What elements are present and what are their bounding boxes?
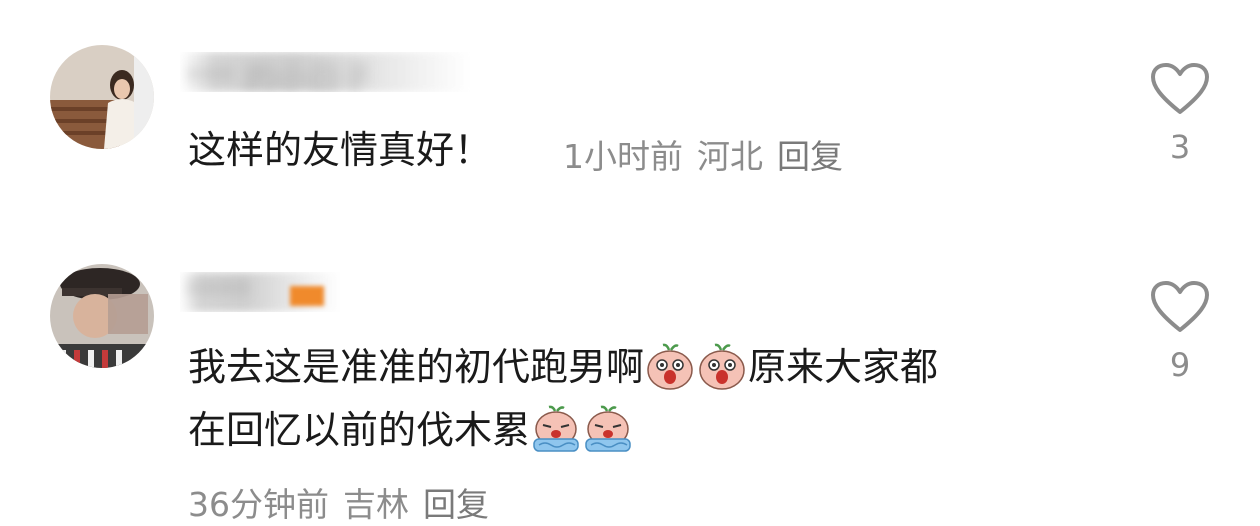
comment-text-part-2: 原来大家都: [748, 345, 939, 389]
comment-text-line-2: 在回忆以前的伐木累: [188, 400, 634, 460]
heart-outline-icon: [1151, 281, 1209, 332]
crying-emoji-icon: [533, 405, 579, 452]
comment-meta: 36分钟前 吉林 回复: [188, 478, 503, 526]
crying-emoji-icon: [585, 405, 631, 452]
username[interactable]: ****: [180, 272, 340, 312]
avatar[interactable]: [50, 264, 154, 368]
shocked-emoji-icon: [647, 343, 693, 390]
user-badge: [290, 286, 324, 306]
comment-location: 吉林: [343, 485, 409, 524]
shocked-emoji-icon: [699, 343, 745, 390]
comment-text-part-1: 我去这是准准的初代跑男啊: [188, 345, 645, 389]
comment-text-line-1: 我去这是准准的初代跑男啊 原来大家都: [188, 337, 938, 397]
like-button[interactable]: 9: [1145, 280, 1215, 384]
comment-text-part-3: 在回忆以前的伐木累: [188, 408, 531, 452]
like-count: 9: [1169, 346, 1191, 384]
reply-button[interactable]: 回复: [423, 485, 489, 524]
comment-item: **** 我去这是准准的初代跑男啊 原来大家都 在回忆以前的伐木累 36分钟前 …: [0, 0, 1260, 524]
username-text: ****: [186, 274, 250, 312]
comment-time: 36分钟前: [188, 485, 329, 524]
